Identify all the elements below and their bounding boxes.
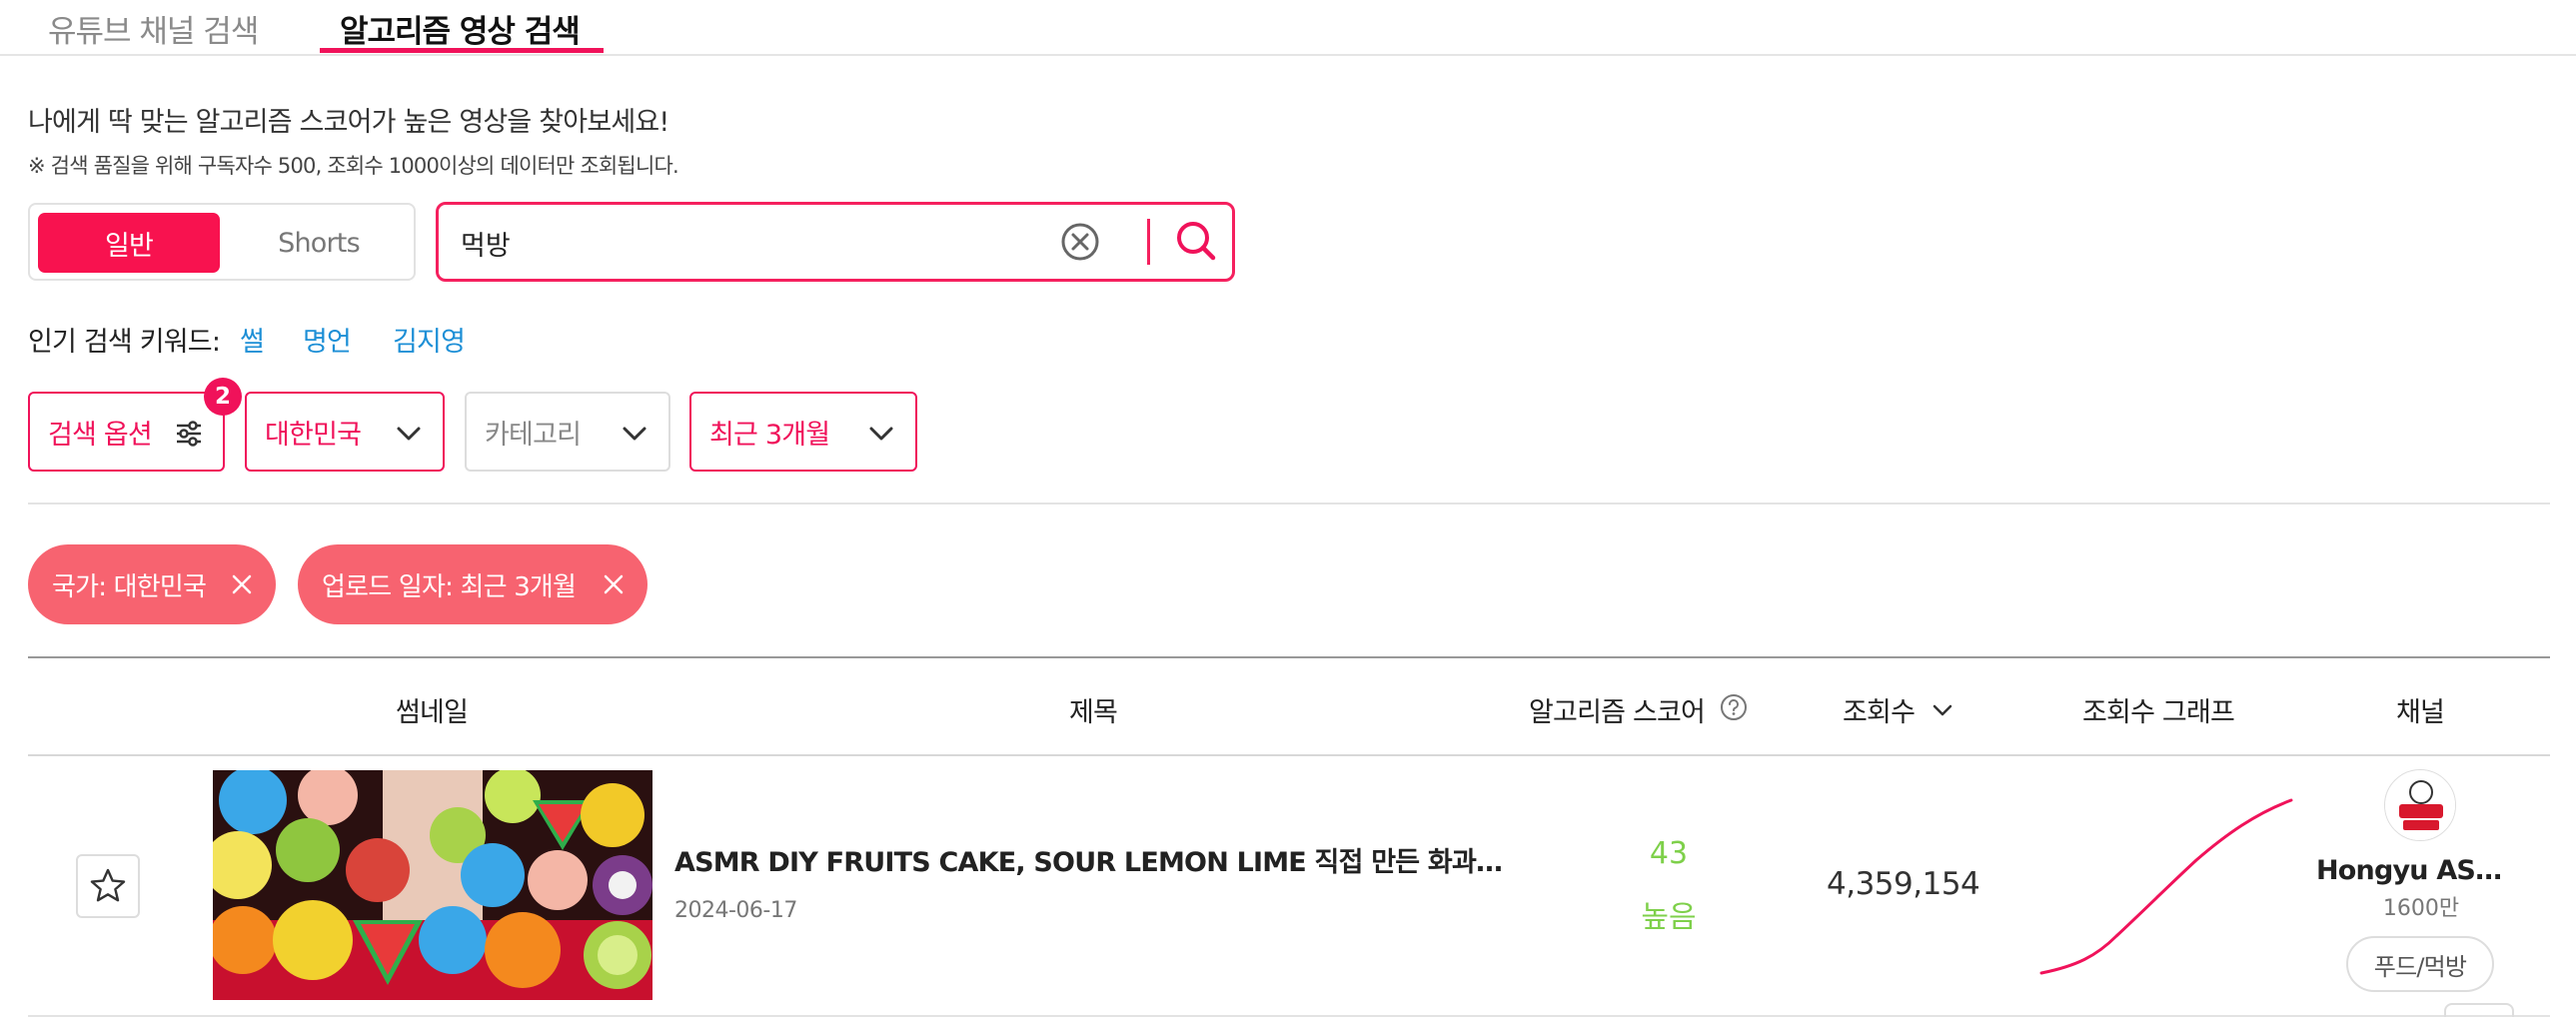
page-headline: 나에게 딱 맞는 알고리즘 스코어가 높은 영상을 찾아보세요!: [28, 107, 669, 138]
channel-logo: [2385, 770, 2455, 840]
section-divider: [28, 503, 2550, 505]
category-select-value: 카테고리: [485, 419, 582, 451]
popular-keyword[interactable]: 썰: [240, 320, 265, 359]
close-icon[interactable]: [228, 570, 256, 598]
algorithm-score-value: 43: [1649, 836, 1689, 871]
algorithm-score-level: 높음: [1641, 900, 1697, 935]
type-option-general[interactable]: 일반: [38, 213, 220, 273]
chevron-down-icon: [397, 427, 421, 441]
header-algorithm-score: 알고리즘 스코어: [1529, 697, 1706, 728]
tab-algorithm-video-search[interactable]: 알고리즘 영상 검색: [340, 6, 581, 51]
header-thumbnail: 썸네일: [396, 697, 469, 728]
channel-subscribers: 1600만: [2382, 896, 2460, 921]
table-row: ASMR DIY FRUITS CAKE, SOUR LEMON LIME 직접…: [28, 756, 2550, 1017]
search-options-label: 검색 옵션: [48, 419, 153, 451]
country-select-value: 대한민국: [265, 419, 362, 451]
fruit-cake-thumbnail-image: [213, 770, 652, 1000]
view-count: 4,359,154: [1827, 866, 1980, 902]
views-trend-graph: [2039, 798, 2293, 975]
filter-chip-label: 업로드 일자: 최근 3개월: [322, 571, 577, 602]
video-title[interactable]: ASMR DIY FRUITS CAKE, SOUR LEMON LIME 직접…: [674, 840, 1514, 879]
favorite-button[interactable]: [76, 854, 140, 918]
active-tab-indicator: [320, 48, 604, 53]
chevron-down-icon: [869, 427, 893, 441]
type-option-shorts[interactable]: Shorts: [228, 213, 410, 273]
clear-icon[interactable]: [1056, 218, 1104, 266]
search-input[interactable]: [461, 223, 1060, 263]
channel-name[interactable]: Hongyu ASMR 홍유: [2316, 848, 2526, 887]
period-select[interactable]: 최근 3개월: [689, 392, 917, 472]
search-icon[interactable]: [1171, 216, 1221, 266]
header-views[interactable]: 조회수: [1843, 690, 1916, 729]
filter-chip-country[interactable]: 국가: 대한민국: [28, 544, 276, 624]
star-icon: [90, 868, 126, 902]
close-icon[interactable]: [600, 570, 628, 598]
header-title: 제목: [1069, 697, 1118, 728]
period-select-value: 최근 3개월: [709, 419, 830, 451]
popular-keywords-label: 인기 검색 키워드:: [28, 327, 221, 358]
channel-avatar[interactable]: [2384, 769, 2456, 841]
channel-category-badge: 푸드/먹방: [2346, 936, 2494, 992]
filter-chip-label: 국가: 대한민국: [52, 571, 207, 602]
video-type-toggle: 일반 Shorts: [28, 203, 416, 281]
search-options-button[interactable]: 검색 옵션: [28, 392, 225, 472]
help-icon[interactable]: [1719, 692, 1749, 722]
sliders-icon: [177, 421, 201, 447]
popular-keyword[interactable]: 명언: [303, 320, 352, 359]
chevron-down-icon: [623, 427, 646, 441]
header-channel: 채널: [2396, 697, 2445, 728]
results-table-header: 썸네일 제목 알고리즘 스코어 조회수 조회수 그래프 채널: [28, 656, 2550, 756]
next-row-partial-element: [2444, 1003, 2514, 1017]
popular-keyword[interactable]: 김지영: [393, 320, 466, 359]
video-upload-date: 2024-06-17: [674, 898, 797, 923]
country-select[interactable]: 대한민국: [245, 392, 445, 472]
category-select[interactable]: 카테고리: [465, 392, 670, 472]
header-views-graph: 조회수 그래프: [2082, 697, 2235, 728]
video-thumbnail[interactable]: [213, 770, 652, 1000]
search-box: [436, 202, 1235, 282]
search-tabs: 유튜브 채널 검색 알고리즘 영상 검색: [0, 0, 2576, 56]
search-divider: [1147, 219, 1150, 265]
tab-channel-search[interactable]: 유튜브 채널 검색: [48, 6, 259, 51]
chevron-down-icon[interactable]: [1929, 696, 1956, 724]
filter-chip-upload-date[interactable]: 업로드 일자: 최근 3개월: [298, 544, 647, 624]
search-notice: ※ 검색 품질을 위해 구독자수 500, 조회수 1000이상의 데이터만 조…: [28, 154, 679, 178]
options-count-badge: 2: [204, 378, 242, 416]
